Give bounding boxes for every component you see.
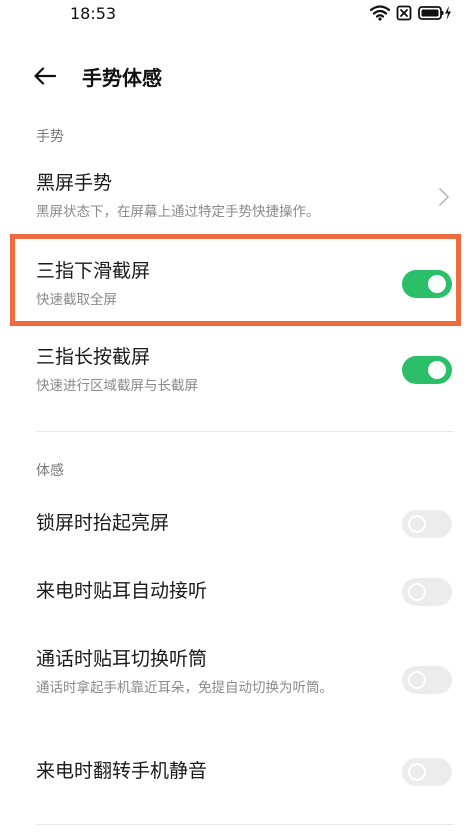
chevron-right-icon [436,186,452,208]
row-title: 三指长按截屏 [36,346,151,368]
settings-row-flip-to-mute: 来电时翻转手机静音 [0,754,472,790]
toggle-knob [408,515,426,533]
toggle-auto-answer[interactable] [402,578,452,606]
header: 手势体感 [0,58,472,98]
status-icons [370,5,452,21]
toggle-three-finger-swipe-screenshot[interactable] [402,270,452,298]
wifi-icon [370,5,390,21]
row-title: 三指下滑截屏 [36,260,151,282]
row-title: 来电时翻转手机静音 [36,760,208,782]
settings-row-three-finger-hold-screenshot: 三指长按截屏 快速进行区域截屏与长截屏 [0,342,472,398]
back-button[interactable] [30,64,60,92]
section-header-motion: 体感 [36,463,64,479]
row-title: 黑屏手势 [36,172,113,194]
settings-screen: 18:53 手势体感 手势 黑屏手势 黑屏状态下，在屏幕上通过特定手势快捷操作。… [0,0,472,840]
settings-row-switch-to-earpiece: 通话时贴耳切换听筒 通话时拿起手机靠近耳朵，免提自动切换为听筒。 [0,644,472,720]
row-subtitle: 通话时拿起手机靠近耳朵，免提自动切换为听筒。 [36,680,333,696]
row-title: 锁屏时抬起亮屏 [36,512,170,534]
divider [36,824,454,825]
toggle-knob [408,671,426,689]
settings-row-auto-answer: 来电时贴耳自动接听 [0,574,472,610]
toggle-knob [428,361,446,379]
row-subtitle: 快速截取全屏 [36,292,117,308]
section-header-gesture: 手势 [36,129,64,145]
settings-row-raise-to-wake: 锁屏时抬起亮屏 [0,506,472,542]
toggle-flip-to-mute[interactable] [402,758,452,786]
settings-row-three-finger-swipe-screenshot: 三指下滑截屏 快速截取全屏 [0,256,472,312]
toggle-knob [408,763,426,781]
toggle-knob [408,583,426,601]
row-title: 通话时贴耳切换听筒 [36,648,208,670]
row-subtitle: 快速进行区域截屏与长截屏 [36,378,198,394]
toggle-switch-to-earpiece[interactable] [402,666,452,694]
toggle-knob [428,275,446,293]
battery-charging-icon [418,5,452,21]
settings-row-screen-off-gestures[interactable]: 黑屏手势 黑屏状态下，在屏幕上通过特定手势快捷操作。 [0,166,472,228]
row-subtitle: 黑屏状态下，在屏幕上通过特定手势快捷操作。 [36,204,320,220]
status-bar: 18:53 [0,0,472,30]
row-title: 来电时贴耳自动接听 [36,580,208,602]
toggle-raise-to-wake[interactable] [402,510,452,538]
divider [36,431,454,432]
status-time: 18:53 [70,4,117,23]
sim-blocked-icon [396,5,412,21]
page-title: 手势体感 [82,66,162,90]
toggle-three-finger-hold-screenshot[interactable] [402,356,452,384]
back-arrow-icon [34,67,57,89]
